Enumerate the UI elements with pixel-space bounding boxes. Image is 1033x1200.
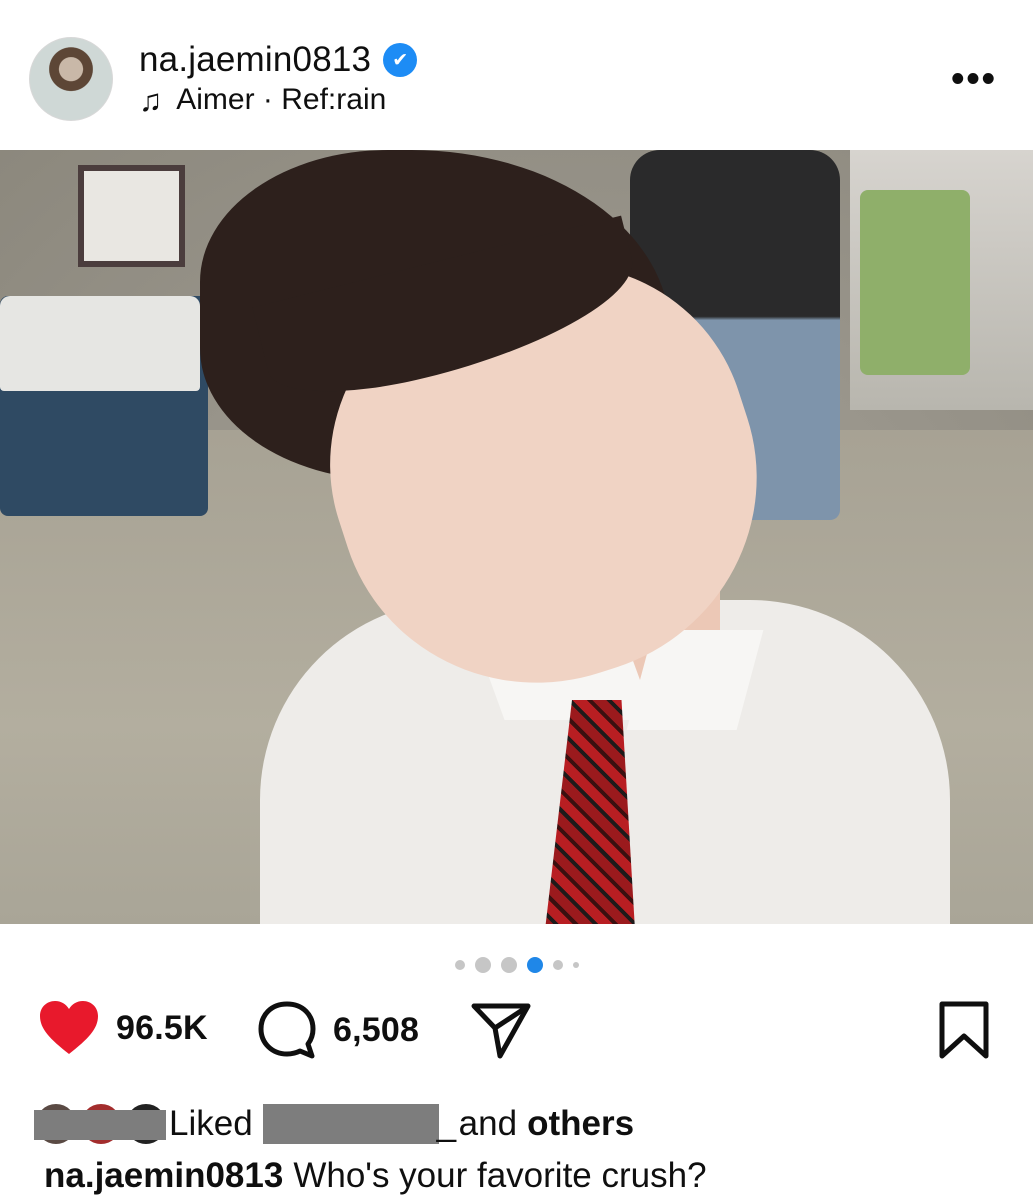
verified-badge-icon: ✔: [385, 45, 416, 75]
post-photo[interactable]: [0, 150, 1033, 924]
carousel-dot: [474, 957, 491, 973]
portrait-subject: [200, 150, 960, 924]
carousel-dot-active: [526, 957, 543, 973]
caption-text: Who's your favorite crush?: [293, 1156, 707, 1195]
avatar[interactable]: [29, 37, 113, 121]
liker-avatars[interactable]: [34, 1102, 169, 1146]
action-bar: 96.5K 6,508: [0, 1000, 1033, 1070]
caption-username[interactable]: na.jaemin0813: [44, 1156, 283, 1195]
share-icon[interactable]: [470, 1000, 532, 1060]
chair-background: [78, 165, 185, 267]
bookmark-icon[interactable]: [938, 1000, 990, 1060]
liker-username-redacted[interactable]: _: [259, 1104, 456, 1144]
carousel-dot: [500, 957, 517, 973]
comment-action[interactable]: 6,508: [257, 1000, 419, 1060]
music-note-icon: ♫: [139, 82, 163, 118]
comment-icon[interactable]: [257, 1000, 317, 1060]
username-row: na.jaemin0813 ✔: [139, 40, 416, 80]
liked-by-row[interactable]: Liked _ and others: [34, 1102, 634, 1146]
caption: na.jaemin0813 Who's your favorite crush?: [44, 1156, 707, 1196]
redacted-suffix: _: [436, 1104, 457, 1143]
music-label: Aimer · Ref:rain: [176, 83, 387, 116]
share-action[interactable]: [470, 1000, 532, 1060]
like-count[interactable]: 96.5K: [116, 1009, 208, 1048]
liked-prefix: Liked: [169, 1104, 253, 1143]
post-username[interactable]: na.jaemin0813: [139, 40, 371, 80]
music-row[interactable]: ♫ Aimer · Ref:rain: [139, 83, 386, 117]
cooler-lid-background: [0, 296, 200, 391]
more-button[interactable]: •••: [951, 60, 997, 98]
carousel-dots: [0, 955, 1033, 975]
others-link[interactable]: others: [527, 1104, 634, 1144]
and-text: and: [458, 1104, 518, 1143]
bookmark-action[interactable]: [938, 1000, 990, 1060]
redaction-block: [34, 1110, 166, 1140]
like-action[interactable]: 96.5K: [38, 1000, 208, 1056]
heart-icon[interactable]: [38, 1000, 100, 1056]
comment-count[interactable]: 6,508: [333, 1011, 419, 1050]
post-header: na.jaemin0813 ✔ ♫ Aimer · Ref:rain •••: [0, 0, 1033, 150]
carousel-dot: [454, 960, 465, 970]
carousel-dot: [552, 960, 563, 970]
carousel-dot: [572, 962, 579, 968]
redaction-block: [262, 1104, 439, 1144]
